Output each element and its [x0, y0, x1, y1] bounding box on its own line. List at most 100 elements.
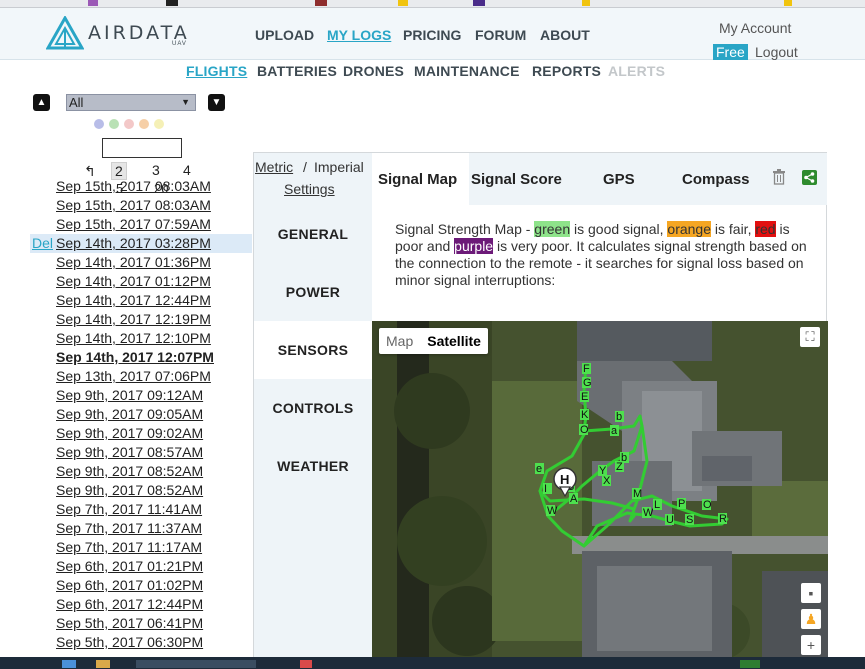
home-marker-icon[interactable]: H [552, 467, 578, 497]
flight-link[interactable]: Sep 5th, 2017 06:30PM [56, 633, 203, 652]
page-4[interactable]: 4 [183, 162, 191, 178]
flight-row[interactable]: Sep 6th, 2017 01:21PM [30, 557, 252, 576]
flight-link[interactable]: Sep 14th, 2017 12:19PM [56, 310, 211, 329]
flight-link[interactable]: Sep 13th, 2017 07:06PM [56, 367, 211, 386]
flight-link[interactable]: Sep 9th, 2017 08:52AM [56, 462, 203, 481]
drone-filter-select[interactable]: All ▼ [66, 94, 196, 111]
plan-badge[interactable]: Free [713, 44, 748, 60]
filter-color-dot[interactable] [154, 119, 164, 129]
nav-pricing[interactable]: PRICING [403, 27, 461, 43]
flight-row[interactable]: Sep 15th, 2017 08:03AM [30, 177, 252, 196]
flight-link[interactable]: Sep 9th, 2017 08:52AM [56, 481, 203, 500]
flight-row[interactable]: Sep 9th, 2017 08:52AM [30, 462, 252, 481]
flight-link[interactable]: Sep 9th, 2017 09:05AM [56, 405, 203, 424]
flight-row[interactable]: Sep 13th, 2017 07:06PM [30, 367, 252, 386]
flight-link[interactable]: Sep 6th, 2017 12:44PM [56, 595, 203, 614]
flight-row[interactable]: Sep 9th, 2017 08:52AM [30, 481, 252, 500]
trash-icon[interactable] [772, 168, 786, 185]
subnav-reports[interactable]: REPORTS [532, 63, 601, 79]
filter-color-dot[interactable] [109, 119, 119, 129]
units-metric-link[interactable]: Metric [255, 159, 293, 175]
flight-link[interactable]: Sep 6th, 2017 01:02PM [56, 576, 203, 595]
nav-upload[interactable]: UPLOAD [255, 27, 314, 43]
flight-link[interactable]: Sep 7th, 2017 11:17AM [56, 538, 202, 557]
site-header: AIRDATA UAV UPLOAD MY LOGS PRICING FORUM… [0, 8, 865, 60]
flight-row[interactable]: Sep 9th, 2017 08:57AM [30, 443, 252, 462]
flight-row[interactable]: Sep 6th, 2017 12:44PM [30, 595, 252, 614]
flight-row[interactable]: Sep 14th, 2017 12:44PM [30, 291, 252, 310]
flight-link[interactable]: Sep 9th, 2017 09:02AM [56, 424, 203, 443]
flight-row[interactable]: Sep 5th, 2017 06:30PM [30, 633, 252, 652]
flight-search-input[interactable] [102, 138, 182, 158]
filter-color-dot[interactable] [94, 119, 104, 129]
flight-row[interactable]: Sep 14th, 2017 01:36PM [30, 253, 252, 272]
map-type-map-button[interactable]: Map [379, 328, 420, 354]
flight-link[interactable]: Sep 7th, 2017 11:41AM [56, 500, 202, 519]
nav-my-logs[interactable]: MY LOGS [327, 27, 391, 43]
flight-link[interactable]: Sep 14th, 2017 12:07PM [56, 348, 214, 367]
flight-row[interactable]: Sep 6th, 2017 01:02PM [30, 576, 252, 595]
flight-link[interactable]: Sep 15th, 2017 08:03AM [56, 196, 211, 215]
down-arrow-icon[interactable]: ▼ [208, 94, 225, 111]
subnav-drones[interactable]: DRONES [343, 63, 404, 79]
flight-link[interactable]: Sep 7th, 2017 11:37AM [56, 519, 202, 538]
settings-link[interactable]: Settings [284, 181, 335, 197]
logout-link[interactable]: Logout [755, 44, 798, 60]
flight-link[interactable]: Sep 5th, 2017 06:41PM [56, 614, 203, 633]
flight-row[interactable]: Sep 15th, 2017 07:59AM [30, 215, 252, 234]
flight-link[interactable]: Sep 9th, 2017 08:57AM [56, 443, 203, 462]
flight-link[interactable]: Sep 14th, 2017 12:44PM [56, 291, 211, 310]
subnav-maintenance[interactable]: MAINTENANCE [414, 63, 520, 79]
flight-link[interactable]: Sep 15th, 2017 07:59AM [56, 215, 211, 234]
menu-general[interactable]: GENERAL [254, 205, 372, 263]
subnav-flights[interactable]: FLIGHTS [186, 63, 247, 79]
map-layers-icon[interactable]: ▪ [801, 583, 821, 603]
flight-row[interactable]: Sep 7th, 2017 11:37AM [30, 519, 252, 538]
menu-controls[interactable]: CONTROLS [254, 379, 372, 437]
flight-row[interactable]: Sep 9th, 2017 09:05AM [30, 405, 252, 424]
menu-sensors[interactable]: SENSORS [254, 321, 372, 379]
delete-flight-link[interactable]: Del [32, 234, 53, 253]
flight-link[interactable]: Sep 14th, 2017 01:36PM [56, 253, 211, 272]
flight-row[interactable]: Sep 14th, 2017 12:19PM [30, 310, 252, 329]
nav-about[interactable]: ABOUT [540, 27, 590, 43]
flight-row[interactable]: Sep 9th, 2017 09:02AM [30, 424, 252, 443]
page-3[interactable]: 3 [152, 162, 160, 178]
flight-row[interactable]: Del Sep 14th, 2017 03:28PM [30, 234, 252, 253]
signal-map[interactable]: F G E K O b a b Z Y X e I B A W M W L P [372, 321, 828, 662]
menu-power[interactable]: POWER [254, 263, 372, 321]
flight-link[interactable]: Sep 14th, 2017 01:12PM [56, 272, 211, 291]
flight-row[interactable]: Sep 14th, 2017 01:12PM [30, 272, 252, 291]
flight-link[interactable]: Sep 14th, 2017 12:10PM [56, 329, 211, 348]
fullscreen-icon[interactable]: ⛶ [800, 327, 820, 347]
tab-signal-score[interactable]: Signal Score [471, 171, 562, 188]
units-imperial-link[interactable]: Imperial [314, 159, 364, 175]
share-icon[interactable] [802, 170, 817, 185]
menu-weather[interactable]: WEATHER [254, 437, 372, 495]
flight-row[interactable]: Sep 15th, 2017 08:03AM [30, 196, 252, 215]
flight-row[interactable]: Sep 7th, 2017 11:17AM [30, 538, 252, 557]
flight-link[interactable]: Sep 6th, 2017 01:21PM [56, 557, 203, 576]
nav-forum[interactable]: FORUM [475, 27, 526, 43]
filter-color-dot[interactable] [139, 119, 149, 129]
flight-row[interactable]: Sep 7th, 2017 11:41AM [30, 500, 252, 519]
up-arrow-icon[interactable]: ▲ [33, 94, 50, 111]
pegman-icon[interactable]: ♟ [801, 609, 821, 629]
flight-row[interactable]: Sep 5th, 2017 06:41PM [30, 614, 252, 633]
my-account-link[interactable]: My Account [719, 20, 791, 36]
flight-link[interactable]: Sep 15th, 2017 08:03AM [56, 177, 211, 196]
tab-gps[interactable]: GPS [603, 171, 635, 188]
flight-link[interactable]: Sep 9th, 2017 09:12AM [56, 386, 203, 405]
zoom-in-icon[interactable]: + [801, 635, 821, 655]
tab-compass[interactable]: Compass [682, 171, 750, 188]
airdata-logo-icon[interactable] [46, 16, 84, 50]
filter-color-dot[interactable] [124, 119, 134, 129]
flight-link[interactable]: Sep 14th, 2017 03:28PM [56, 234, 211, 253]
flight-row[interactable]: Sep 14th, 2017 12:10PM [30, 329, 252, 348]
flight-row[interactable]: Sep 14th, 2017 12:07PM [30, 348, 252, 367]
flight-row[interactable]: Sep 9th, 2017 09:12AM [30, 386, 252, 405]
subnav-batteries[interactable]: BATTERIES [257, 63, 337, 79]
tab-signal-map[interactable]: Signal Map [378, 171, 457, 188]
svg-text:W: W [643, 507, 654, 519]
map-type-satellite-button[interactable]: Satellite [420, 328, 488, 354]
